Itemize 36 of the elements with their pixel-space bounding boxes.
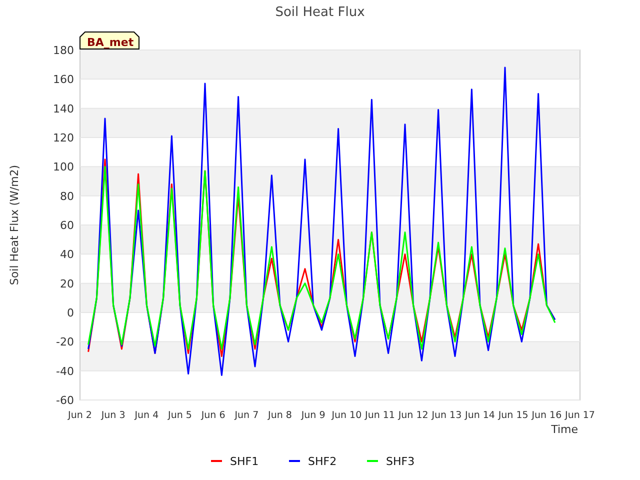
- axis-tick-label: Jun 4: [134, 410, 159, 421]
- axis-tick-label: Jun 10: [332, 410, 362, 421]
- axis-tick-label: Jun 16: [532, 410, 562, 421]
- axis-tick-label: Jun 12: [398, 410, 428, 421]
- axis-tick-label: 60: [60, 219, 74, 232]
- legend-label: SHF1: [230, 455, 259, 468]
- axis-tick-label: Jun 2: [68, 410, 92, 421]
- legend-label: SHF2: [308, 455, 337, 468]
- axis-tick-label: 160: [53, 73, 74, 86]
- axis-tick-label: 100: [53, 160, 74, 174]
- axis-tick-label: Jun 6: [201, 410, 226, 421]
- axis-tick-label: -60: [56, 394, 74, 407]
- axis-tick-label: -20: [56, 336, 74, 349]
- axis-tick-label: Jun 5: [168, 410, 192, 421]
- axis-tick-label: -40: [56, 364, 74, 378]
- axis-tick-label: 120: [53, 132, 74, 144]
- axis-tick-label: Jun 7: [234, 410, 259, 421]
- axis-tick-label: Jun 14: [465, 410, 495, 421]
- axis-tick-label: 180: [53, 44, 74, 57]
- axis-tick-label: Jun 17: [565, 410, 595, 421]
- axis-tick-label: 0: [67, 306, 74, 320]
- chart-title: Soil Heat Flux: [275, 5, 365, 20]
- y-axis-label: Soil Heat Flux (W/m2): [8, 164, 21, 286]
- axis-tick-label: Jun 13: [432, 410, 462, 421]
- axis-tick-label: 80: [60, 190, 74, 203]
- x-axis-label: Time: [551, 423, 578, 436]
- dataset-badge: BA_met: [80, 32, 140, 50]
- axis-tick-label: 140: [53, 102, 74, 116]
- axis-tick-label: 20: [60, 277, 74, 290]
- axis-tick-label: 40: [60, 248, 74, 262]
- axis-tick-label: Jun 15: [498, 410, 528, 421]
- axis-tick-label: Jun 11: [365, 410, 395, 421]
- axis-tick-label: Jun 9: [301, 410, 326, 421]
- legend-label: SHF3: [386, 455, 415, 468]
- axis-tick-label: Jun 3: [101, 410, 126, 421]
- axis-tick-label: Jun 8: [268, 410, 292, 421]
